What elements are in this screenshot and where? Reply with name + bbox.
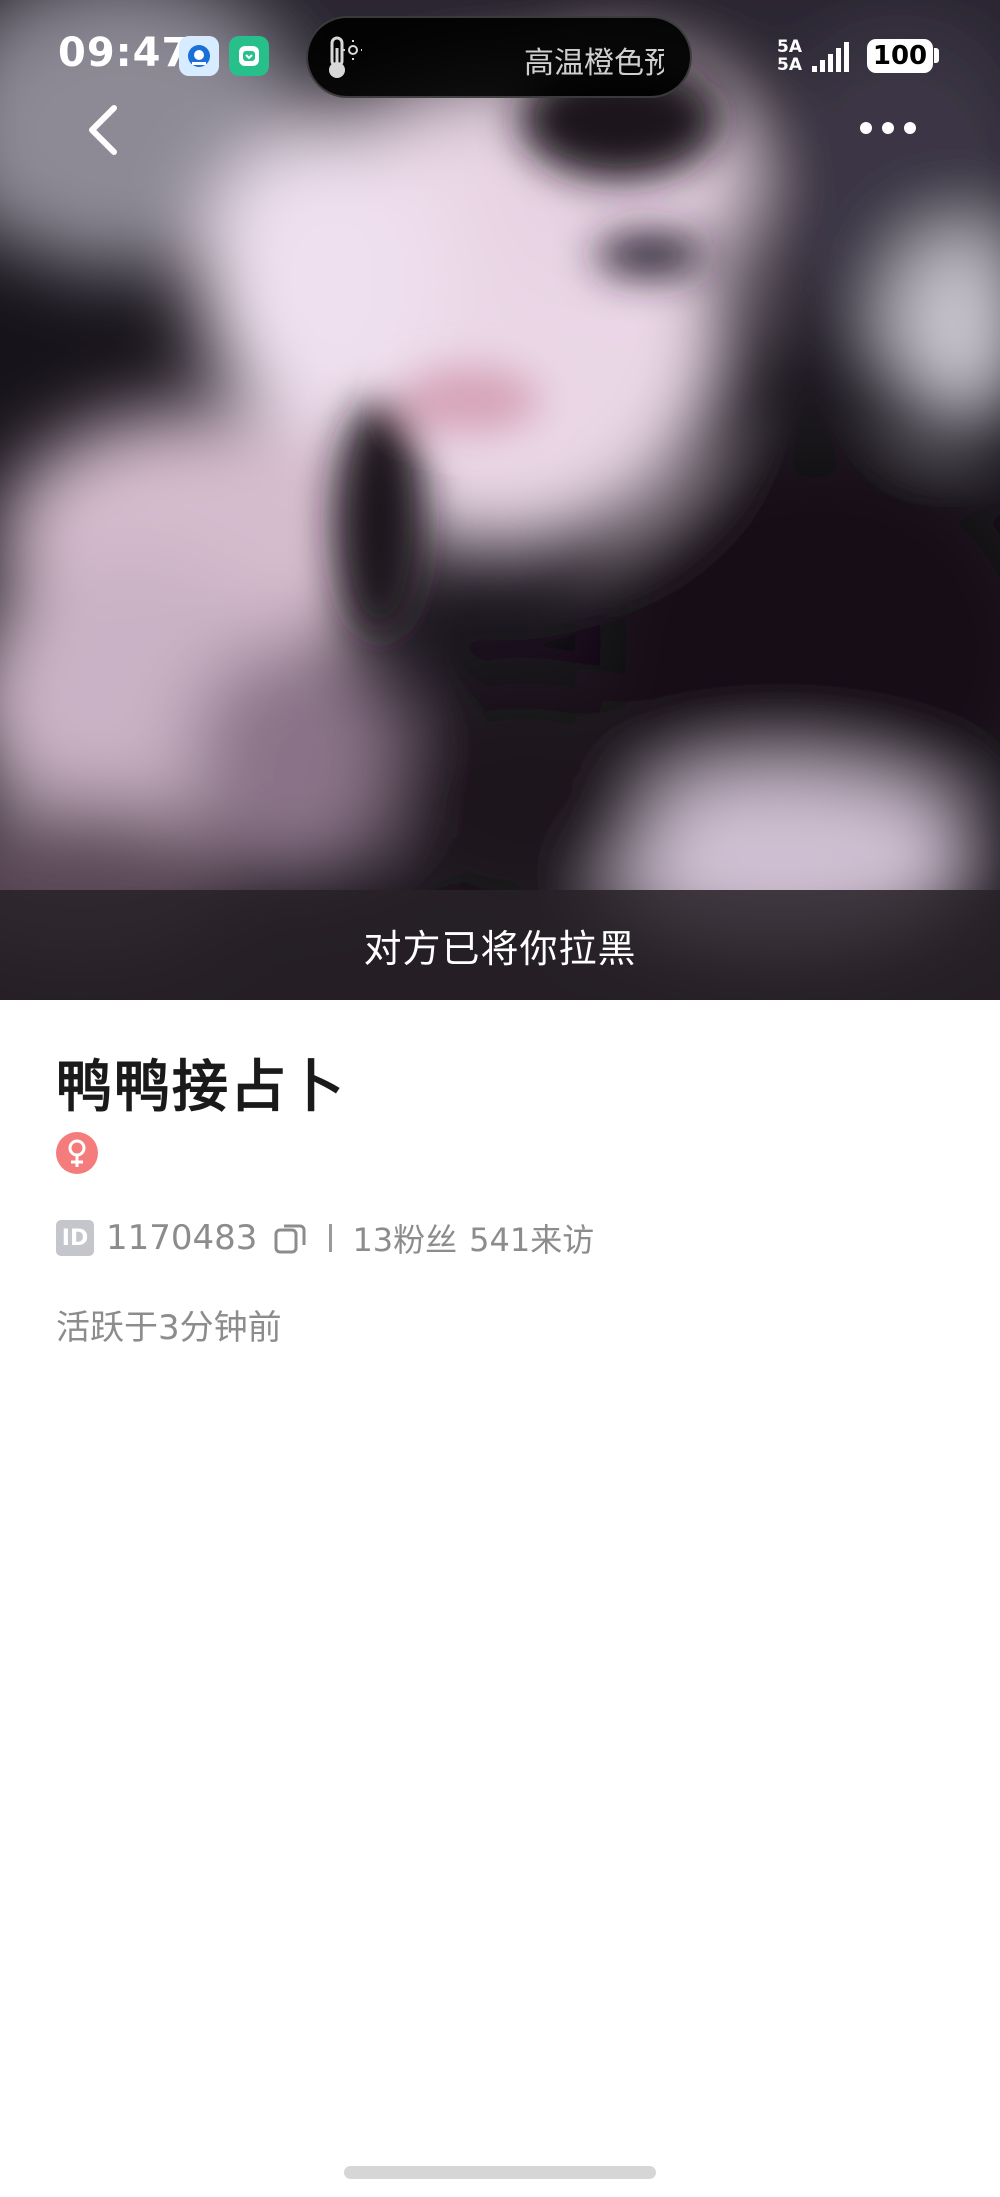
female-icon: [56, 1132, 98, 1174]
fans-count[interactable]: 13粉丝: [352, 1215, 457, 1261]
home-indicator[interactable]: [344, 2166, 656, 2179]
more-horizontal-icon: [860, 122, 916, 134]
chevron-left-icon: [89, 105, 117, 155]
network-label-1: 5A: [777, 37, 802, 57]
blocked-notice-text: 对方已将你拉黑: [363, 926, 637, 971]
more-options-button[interactable]: [852, 110, 924, 146]
thermometer-icon: [329, 36, 362, 78]
back-button[interactable]: [80, 102, 130, 158]
profile-name: 鸭鸭接占卜: [56, 1055, 346, 1120]
weather-alert-text: 高温橙色预: [524, 46, 664, 81]
blocked-notice: 对方已将你拉黑: [0, 890, 1000, 1000]
id-badge: ID: [56, 1220, 94, 1256]
copy-id-button[interactable]: [273, 1221, 307, 1255]
user-id: 1170483: [106, 1218, 258, 1258]
dynamic-island-alert[interactable]: 高温橙色预: [306, 16, 692, 98]
last-active-status: 活跃于3分钟前: [56, 1308, 282, 1348]
visits-count[interactable]: 541来访: [469, 1215, 594, 1261]
status-time: 09:47: [58, 30, 191, 76]
copy-icon: [274, 1224, 306, 1254]
separator: [329, 1224, 333, 1252]
status-bar: 09:47 高温橙色预 5A 5A 100: [0, 0, 1000, 112]
id-stats-row: ID 1170483 13粉丝 541来访: [56, 1216, 956, 1260]
blurred-photo: [0, 0, 1000, 1000]
battery-indicator: 100: [867, 39, 933, 73]
notification-app-icon: [229, 36, 269, 76]
profile-cover-photo[interactable]: 对方已将你拉黑: [0, 0, 1000, 1000]
battery-cap: [934, 48, 939, 63]
notification-app-icon: [179, 36, 219, 76]
signal-icon: [812, 42, 849, 72]
network-label-2: 5A: [777, 55, 802, 75]
